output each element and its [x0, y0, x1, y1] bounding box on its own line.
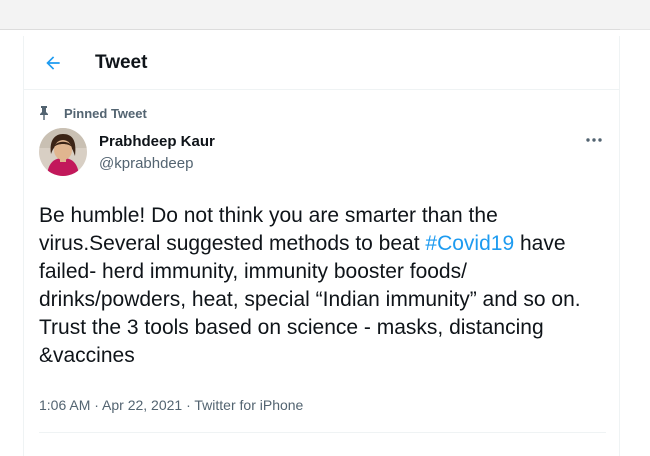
pin-icon	[40, 106, 48, 120]
browser-top-strip	[0, 0, 650, 30]
pinned-label: Pinned Tweet	[64, 105, 147, 121]
pinned-indicator: Pinned Tweet	[38, 105, 147, 121]
divider	[0, 29, 620, 30]
author-handle[interactable]: @kprabhdeep	[99, 155, 193, 172]
page-title: Tweet	[95, 52, 148, 73]
more-button[interactable]	[582, 132, 606, 148]
author-name[interactable]: Prabhdeep Kaur	[99, 133, 215, 150]
tweet-column: Tweet Pinned Tweet Prabhdeep Kaur @kprab…	[23, 36, 620, 456]
tweet-timestamp[interactable]: 1:06 AM · Apr 22, 2021 · Twitter for iPh…	[39, 397, 303, 413]
hashtag-link[interactable]: #Covid19	[425, 232, 514, 255]
tweet-text: Be humble! Do not think you are smarter …	[39, 202, 599, 370]
tweet-header: Tweet	[24, 36, 619, 90]
back-button[interactable]	[38, 48, 68, 78]
arrow-left-icon	[46, 56, 60, 70]
avatar[interactable]	[39, 128, 87, 176]
more-horizontal-icon	[586, 138, 602, 142]
avatar-image	[39, 128, 87, 176]
divider	[39, 432, 606, 433]
